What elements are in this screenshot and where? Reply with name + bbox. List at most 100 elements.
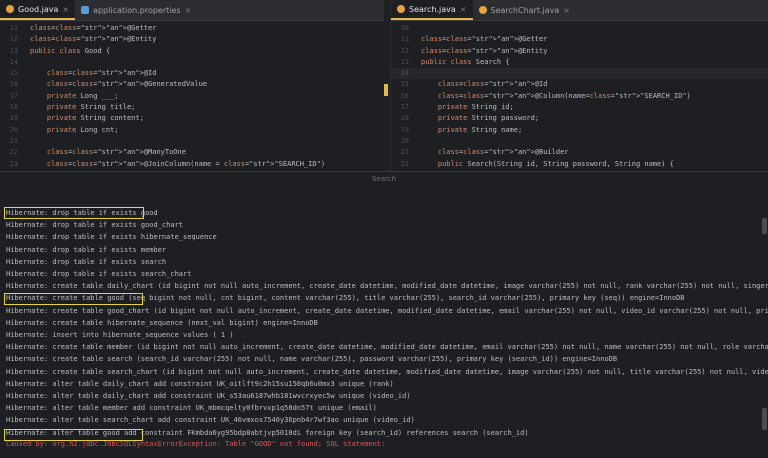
code-line[interactable]: 11 class=class="str">"an">@Getter xyxy=(391,34,768,45)
line-number: 13 xyxy=(400,57,409,66)
tab-label: application.properties xyxy=(93,5,181,15)
code-text: class=class="str">"an">@JoinColumn(name … xyxy=(46,159,326,168)
code-line[interactable]: 11 class=class="str">"an">@Getter xyxy=(0,23,384,34)
line-number: 12 xyxy=(400,46,409,55)
code-line[interactable]: 16 class=class="str">"an">@GeneratedValu… xyxy=(0,79,384,90)
line-number: 15 xyxy=(9,69,18,78)
code-text: class=class="str">"an">@ManyToOne xyxy=(46,148,186,157)
code-text: class=class="str">"an">@Getter xyxy=(30,24,157,32)
line-number: 18 xyxy=(9,103,18,112)
line-number: 16 xyxy=(400,91,409,100)
code-text: class=class="str">"an">@Id xyxy=(437,80,548,89)
console-line: Hibernate: alter table daily_chart add c… xyxy=(6,392,411,400)
console-search-bar[interactable]: Search xyxy=(0,171,768,187)
code-text: class=class="str">"an">@GeneratedValue xyxy=(46,80,208,89)
console-line: Hibernate: create table daily_chart (id … xyxy=(6,282,768,291)
code-text: class=class="str">"an">@Getter xyxy=(421,35,548,44)
code-line[interactable]: 15 class=class="str">"an">@Id xyxy=(391,79,768,90)
java-file-icon xyxy=(397,5,405,13)
code-text: class=class="str">"an">@Id xyxy=(46,69,157,78)
line-number: 22 xyxy=(400,159,409,168)
code-text: class=class="str">"an">@Entity xyxy=(421,46,548,55)
line-number: 14 xyxy=(400,69,409,78)
console-error-line: Caused by: org.h2.jdbc.JdbcSQLSyntaxErro… xyxy=(6,439,386,448)
console-line: Hibernate: alter table member add constr… xyxy=(6,404,377,413)
console-line: Hibernate: drop table if exists search_c… xyxy=(6,270,192,278)
code-line[interactable]: 10 xyxy=(391,23,768,34)
code-text: public Search(String id, String password… xyxy=(437,159,674,168)
console-scrollbar-thumb[interactable] xyxy=(762,408,767,430)
code-text: private Long ___; xyxy=(46,91,119,100)
line-number: 21 xyxy=(9,136,18,145)
close-icon[interactable]: × xyxy=(185,6,192,15)
code-line[interactable]: 18 private String title; xyxy=(0,102,384,113)
tab-label: Search.java xyxy=(409,4,456,14)
close-icon[interactable]: × xyxy=(62,5,69,14)
console-line: Hibernate: create table member (id bigin… xyxy=(6,343,768,352)
console-search-input[interactable]: Search xyxy=(372,175,396,183)
code-line[interactable]: 17 private String id; xyxy=(391,102,768,113)
code-line[interactable]: 12 class=class="str">"an">@Entity xyxy=(391,46,768,57)
code-line[interactable]: 20 private Long cnt; xyxy=(0,125,384,136)
tab-application-properties[interactable]: application.properties × xyxy=(75,0,197,20)
right-code-editor[interactable]: 10 11 class=class="str">"an">@Getter 12 clas… xyxy=(391,21,768,171)
code-line[interactable]: 17 private Long ___; xyxy=(0,91,384,102)
line-number: 13 xyxy=(9,46,18,55)
console-line: Hibernate: alter table daily_chart add c… xyxy=(6,379,394,388)
code-line[interactable]: 14 xyxy=(0,57,384,68)
console-line: Hibernate: drop table if exists good_cha… xyxy=(6,221,184,230)
code-line[interactable]: 22 class=class="str">"an">@ManyToOne xyxy=(0,147,384,158)
console-line: Hibernate: drop table if exists good xyxy=(6,209,158,217)
change-marker xyxy=(384,84,388,96)
console-line: Hibernate: create table good (seq bigint… xyxy=(6,294,685,303)
close-icon[interactable]: × xyxy=(460,5,467,14)
code-line[interactable]: 16 class=class="str">"an">@Column(name=c… xyxy=(391,91,768,102)
console-line: Hibernate: create table hibernate_sequen… xyxy=(6,318,318,327)
code-line[interactable]: 19 private String name; xyxy=(391,125,768,136)
code-line[interactable]: 20 xyxy=(391,136,768,147)
code-text: class=class="str">"an">@Column(name=clas… xyxy=(437,91,691,100)
console-scrollbar-thumb[interactable] xyxy=(762,218,767,234)
code-line[interactable]: 21 xyxy=(0,136,384,147)
tab-searchchart-java[interactable]: SearchChart.java × xyxy=(473,0,576,20)
right-editor-pane: Search.java × SearchChart.java × 10 11 cla… xyxy=(390,0,768,171)
left-editor-pane: Good.java × application.properties × 11 c… xyxy=(0,0,384,171)
line-number: 16 xyxy=(9,80,18,89)
code-line[interactable]: 21 class=class="str">"an">@Builder xyxy=(391,147,768,158)
line-number: 15 xyxy=(400,80,409,89)
code-line[interactable]: 12 class=class="str">"an">@Entity xyxy=(0,34,384,45)
run-console[interactable]: Hibernate: drop table if exists good Hibe… xyxy=(0,186,768,458)
console-line: Hibernate: create table good_chart (id b… xyxy=(6,306,768,315)
code-text: private Long cnt; xyxy=(46,125,119,134)
console-line: Hibernate: drop table if exists hibernat… xyxy=(6,233,217,242)
code-line[interactable]: 18 private String password; xyxy=(391,113,768,124)
tab-good-java[interactable]: Good.java × xyxy=(0,0,76,20)
close-icon[interactable]: × xyxy=(563,6,570,15)
code-text: public class Good { xyxy=(30,46,111,55)
code-line[interactable]: 13 public class Search { xyxy=(391,57,768,68)
line-number: 19 xyxy=(9,114,18,123)
line-number: 17 xyxy=(400,103,409,112)
code-line[interactable]: 22 public Search(String id, String passw… xyxy=(391,159,768,170)
code-line[interactable]: 15 class=class="str">"an">@Id xyxy=(0,68,384,79)
code-text: class=class="str">"an">@Entity xyxy=(30,35,157,44)
console-line: Hibernate: create table search_chart (id… xyxy=(6,367,768,376)
code-text: private String password; xyxy=(437,114,540,123)
code-line[interactable]: 23 class=class="str">"an">@JoinColumn(na… xyxy=(0,159,384,170)
right-tab-bar: Search.java × SearchChart.java × xyxy=(391,0,768,21)
code-text: private String title; xyxy=(46,103,136,112)
line-number: 22 xyxy=(9,148,18,157)
line-number: 12 xyxy=(9,35,18,44)
code-text: private String id; xyxy=(437,103,514,112)
code-line[interactable]: 13 public class Good { xyxy=(0,46,384,57)
left-code-editor[interactable]: 11 class=class="str">"an">@Getter 12 class=… xyxy=(0,21,384,171)
console-line: Hibernate: create table search (search_i… xyxy=(6,355,618,364)
code-text: public class Search { xyxy=(421,57,510,66)
code-line[interactable]: 19 private String content; xyxy=(0,113,384,124)
tab-search-java[interactable]: Search.java × xyxy=(391,0,473,20)
code-line[interactable]: 14 xyxy=(391,68,768,80)
console-line: Hibernate: drop table if exists member xyxy=(6,245,167,254)
code-text: private String content; xyxy=(46,114,144,123)
console-line: Hibernate: drop table if exists search xyxy=(6,257,167,266)
code-text: class=class="str">"an">@Builder xyxy=(437,148,569,157)
